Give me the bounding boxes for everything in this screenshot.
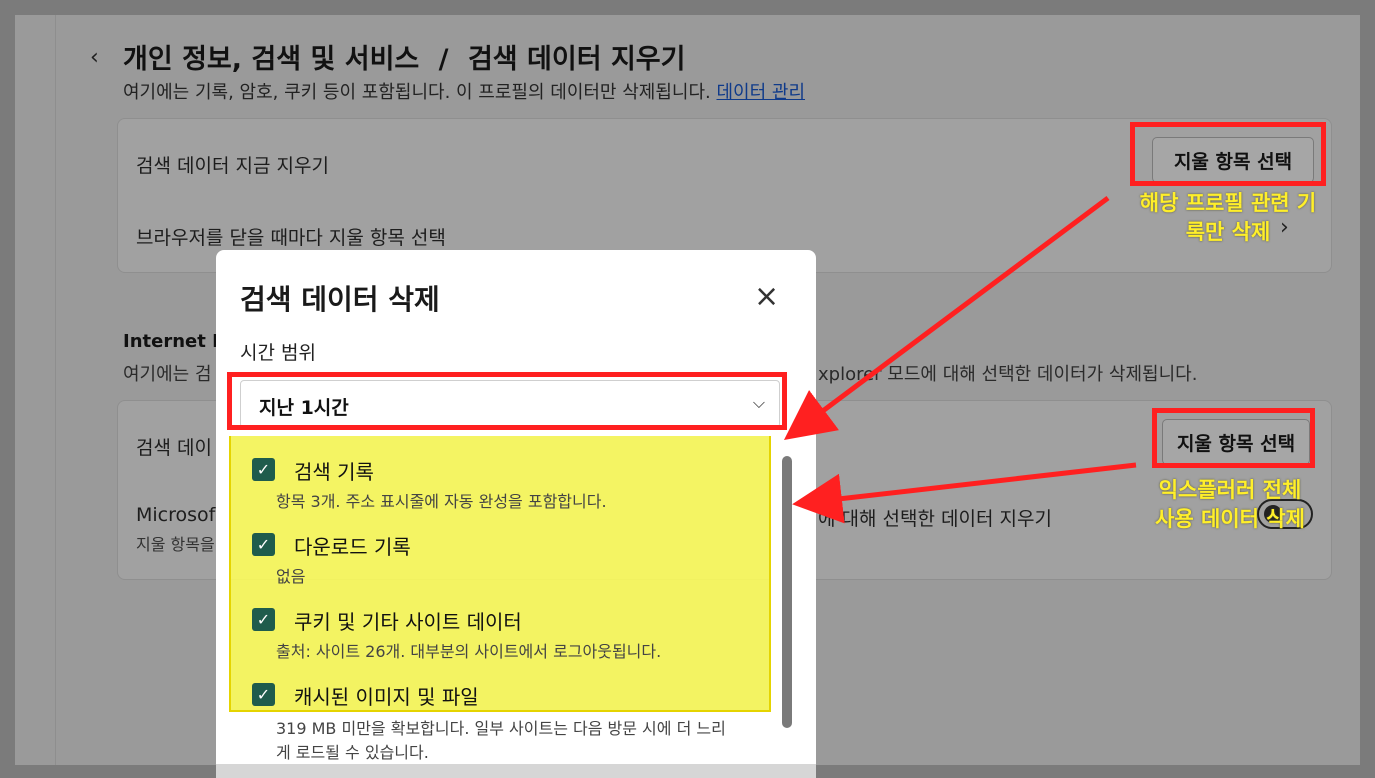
close-icon[interactable]: × — [754, 282, 779, 312]
option-title: 쿠키 및 기타 사이트 데이터 — [294, 610, 522, 634]
option-desc: 항목 3개. 주소 표시줄에 자동 완성을 포함합니다. — [276, 492, 607, 511]
dialog-footer — [216, 764, 816, 778]
clear-on-close-label[interactable]: 브라우저를 닫을 때마다 지울 항목 선택 — [136, 223, 446, 250]
ie-clear-on-close-label-left: Microsof — [136, 504, 216, 526]
annotation-ie-all: 익스플러러 전체 사용 데이터 삭제 — [1125, 476, 1335, 534]
manage-data-link[interactable]: 데이터 관리 — [716, 82, 805, 103]
annotation-line: 록만 삭제 — [1185, 220, 1271, 244]
option-title: 검색 기록 — [294, 460, 374, 484]
page-description: 여기에는 기록, 암호, 쿠키 등이 포함됩니다. 이 프로필의 데이터만 삭제… — [123, 78, 805, 104]
ie-clear-on-close-label-right: 에 대해 선택한 데이터 지우기 — [818, 508, 1052, 530]
annotation-line: 사용 데이터 삭제 — [1155, 507, 1305, 531]
option-desc-continued: 게 로드될 수 있습니다. — [276, 743, 429, 762]
ie-section-desc-left: 여기에는 검 — [123, 364, 212, 385]
ie-clear-on-close-sub: 지울 항목을 — [136, 535, 215, 554]
breadcrumb-separator: / — [438, 44, 449, 75]
annotation-line: 익스플러러 전체 — [1158, 478, 1302, 502]
option-title: 캐시된 이미지 및 파일 — [294, 685, 479, 709]
ie-section-desc-right: xplorer 모드에 대해 선택한 데이터가 삭제됩니다. — [818, 364, 1198, 385]
dialog-title: 검색 데이터 삭제 — [240, 283, 440, 316]
left-rail — [55, 15, 56, 765]
breadcrumb-current: 검색 데이터 지우기 — [467, 44, 686, 75]
checkbox-checked-icon[interactable]: ✓ — [252, 683, 275, 706]
time-range-label: 시간 범위 — [240, 342, 316, 364]
description-text: 여기에는 기록, 암호, 쿠키 등이 포함됩니다. 이 프로필의 데이터만 삭제… — [123, 82, 711, 103]
option-desc: 출처: 사이트 26개. 대부분의 사이트에서 로그아웃됩니다. — [276, 642, 662, 661]
checkbox-checked-icon[interactable]: ✓ — [252, 458, 275, 481]
highlight-box-ie-choose-button — [1152, 408, 1315, 468]
checkbox-checked-icon[interactable]: ✓ — [252, 608, 275, 631]
highlight-box-choose-button — [1130, 122, 1326, 186]
annotation-profile-only: 해당 프로필 관련 기 록만 삭제 — [1128, 189, 1328, 247]
option-desc: 319 MB 미만을 확보합니다. 일부 사이트는 다음 방문 시에 더 느리 — [276, 719, 726, 738]
clear-now-label: 검색 데이터 지금 지우기 — [136, 155, 329, 177]
checkbox-checked-icon[interactable]: ✓ — [252, 533, 275, 556]
back-icon[interactable]: ‹ — [90, 45, 99, 70]
page-title: 개인 정보, 검색 및 서비스 / 검색 데이터 지우기 — [123, 37, 685, 76]
highlight-box-time-range — [227, 372, 787, 430]
ie-section-title: Internet E — [123, 331, 225, 352]
breadcrumb-parent[interactable]: 개인 정보, 검색 및 서비스 — [123, 44, 419, 75]
ie-clear-now-label: 검색 데이 — [136, 437, 212, 459]
clear-browsing-data-dialog: 검색 데이터 삭제 × 시간 범위 지난 1시간 ⌵ ✓ 검색 기록 항목 3개… — [216, 250, 816, 778]
option-title: 다운로드 기록 — [294, 535, 411, 559]
clear-options-list: ✓ 검색 기록 항목 3개. 주소 표시줄에 자동 완성을 포함합니다. ✓ 다… — [216, 436, 816, 778]
annotation-line: 해당 프로필 관련 기 — [1139, 191, 1317, 215]
option-desc: 없음 — [276, 567, 306, 586]
dialog-scrollbar[interactable] — [782, 456, 792, 728]
